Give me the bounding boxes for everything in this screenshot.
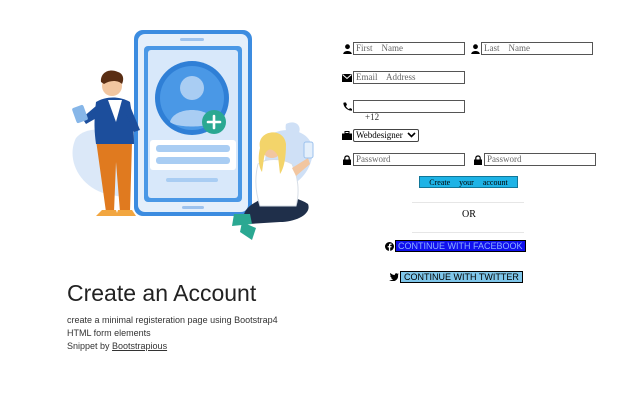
- job-row: Webdesigner: [342, 129, 419, 142]
- signup-illustration: [72, 30, 314, 240]
- phone-prefix: +12: [365, 112, 380, 122]
- continue-with-facebook-button[interactable]: CONTINUE WITH FACEBOOK: [395, 240, 526, 252]
- lock-icon: [473, 154, 483, 165]
- user-icon: [342, 43, 352, 54]
- facebook-login: CONTINUE WITH FACEBOOK: [384, 240, 526, 252]
- snippet-credit: Snippet by Bootstrapious: [67, 341, 167, 351]
- first-name-input[interactable]: First Name: [353, 42, 465, 55]
- briefcase-icon: [342, 130, 352, 141]
- envelope-icon: [342, 72, 352, 83]
- lock-icon: [342, 154, 352, 165]
- phone-icon: [342, 101, 352, 112]
- or-separator: OR: [462, 209, 476, 220]
- continue-with-twitter-button[interactable]: CONTINUE WITH TWITTER: [400, 271, 523, 283]
- divider-bottom: [412, 232, 524, 233]
- description-line-1: create a minimal registeration page usin…: [67, 315, 278, 325]
- facebook-icon: [384, 241, 394, 252]
- phone-row: +12: [342, 100, 465, 122]
- twitter-login: CONTINUE WITH TWITTER: [389, 271, 523, 283]
- create-account-button[interactable]: Create your account: [419, 176, 518, 188]
- user-icon: [470, 43, 480, 54]
- bootstrapious-link[interactable]: Bootstrapious: [112, 341, 167, 351]
- email-row: Email Address: [342, 71, 465, 84]
- job-select[interactable]: Webdesigner: [353, 129, 419, 142]
- divider-top: [412, 202, 524, 203]
- confirm-password-input[interactable]: Password: [484, 153, 596, 166]
- email-input[interactable]: Email Address: [353, 71, 465, 84]
- twitter-icon: [389, 272, 399, 283]
- password-row: Password Password: [342, 153, 596, 166]
- snippet-credit-prefix: Snippet by: [67, 341, 113, 351]
- description-line-2: HTML form elements: [67, 328, 151, 338]
- job-select-value: Webdesigner: [356, 130, 403, 140]
- page-title: Create an Account: [67, 280, 257, 306]
- last-name-input[interactable]: Last Name: [481, 42, 593, 55]
- chevron-down-icon: [407, 130, 416, 141]
- phone-input[interactable]: +12: [353, 100, 465, 122]
- password-input[interactable]: Password: [353, 153, 465, 166]
- name-row: First Name Last Name: [342, 42, 593, 55]
